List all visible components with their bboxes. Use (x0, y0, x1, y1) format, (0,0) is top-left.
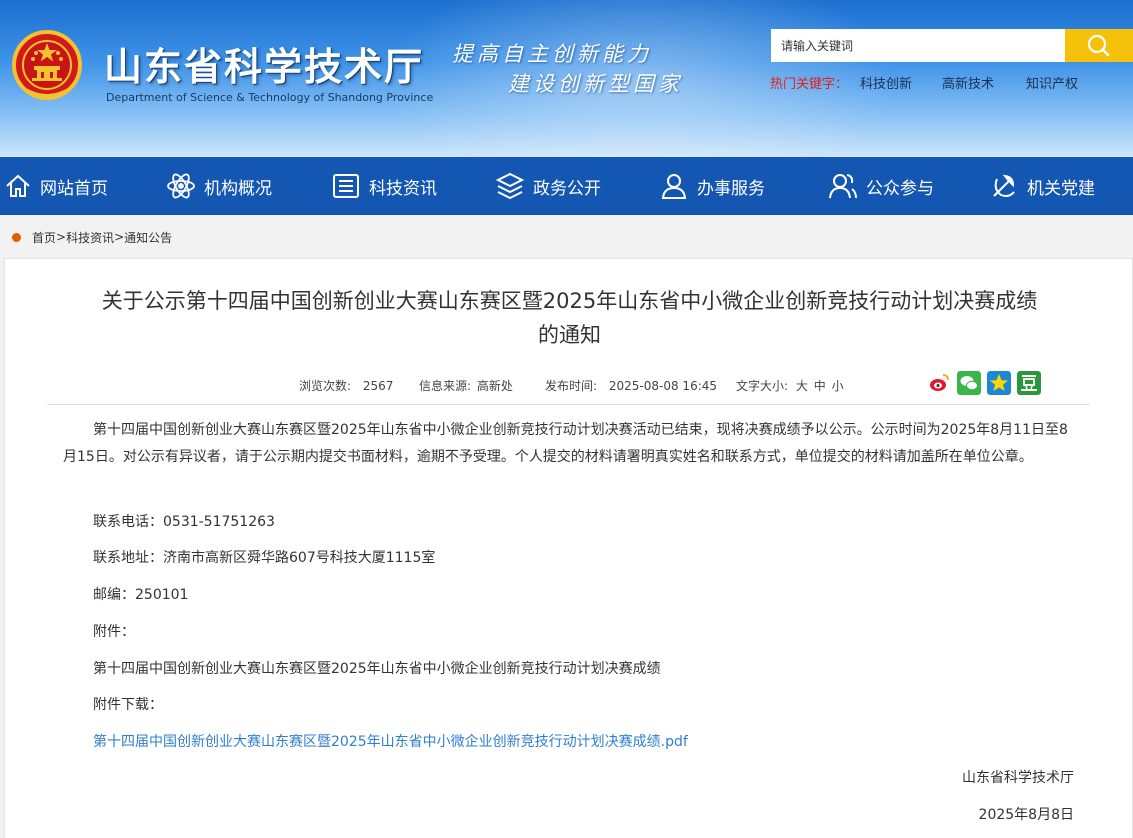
breadcrumb: 首页 > 科技资讯 > 通知公告 (12, 228, 172, 246)
time-meta: 发布时间: 2025-08-08 16:45 (545, 377, 717, 394)
wechat-icon[interactable] (957, 371, 981, 395)
article-title-line2: 的通知 (538, 323, 601, 347)
nav-item-label: 办事服务 (697, 178, 765, 199)
views-meta: 浏览次数: 2567 (299, 377, 393, 394)
weibo-icon[interactable] (927, 371, 951, 395)
font-medium-button[interactable]: 中 (814, 379, 826, 393)
breadcrumb-item[interactable]: 首页 (32, 229, 56, 246)
breadcrumb-item[interactable]: 科技资讯 (66, 229, 114, 246)
main-nav: 网站首页 机构概况 科技资讯 政务公开 办事服务 公众参与 机关党建 (0, 157, 1133, 215)
search-input[interactable] (771, 29, 1065, 62)
contact-address: 联系地址：济南市高新区舜华路607号科技大厦1115室 (93, 550, 436, 566)
site-header: 山东省科学技术厅 Department of Science & Technol… (0, 0, 1133, 157)
breadcrumb-dot-icon (12, 232, 21, 242)
download-label: 附件下载： (93, 697, 163, 713)
breadcrumb-item[interactable]: 通知公告 (124, 229, 172, 246)
font-small-button[interactable]: 小 (832, 379, 844, 393)
article-title: 关于公示第十四届中国创新创业大赛山东赛区暨2025年山东省中小微企业创新竞技行动… (5, 284, 1133, 352)
nav-item-party[interactable]: 机关党建 (989, 157, 1095, 215)
layers-icon (495, 172, 525, 200)
nav-item-label: 公众参与 (866, 178, 934, 199)
views-label: 浏览次数: (299, 379, 352, 393)
atom-icon (167, 173, 195, 199)
fontsize-meta: 文字大小: 大 中 小 (736, 377, 844, 394)
nav-item-participation[interactable]: 公众参与 (828, 157, 934, 215)
source-meta: 信息来源: 高新处 (419, 377, 513, 394)
national-emblem-icon[interactable] (12, 30, 82, 104)
site-subtitle: Department of Science & Technology of Sh… (106, 91, 434, 104)
home-icon (6, 174, 30, 197)
site-title[interactable]: 山东省科学技术厅 (104, 36, 424, 91)
source-value: 高新处 (476, 379, 513, 393)
douban-icon[interactable] (1017, 371, 1041, 395)
slogan-line1: 提高自主创新能力 (452, 42, 652, 66)
party-icon (993, 174, 1015, 197)
meta-divider (47, 404, 1090, 405)
nav-item-label: 政务公开 (533, 178, 601, 199)
hot-keyword-link[interactable]: 知识产权 (1026, 73, 1078, 92)
news-icon (333, 174, 359, 198)
postcode: 邮编：250101 (93, 587, 189, 603)
nav-item-label: 科技资讯 (369, 178, 437, 199)
article-paragraph: 第十四届中国创新创业大赛山东赛区暨2025年山东省中小微企业创新竞技行动计划决赛… (63, 422, 1068, 465)
time-value: 2025-08-08 16:45 (608, 379, 718, 393)
nav-item-services[interactable]: 办事服务 (659, 157, 765, 215)
hot-keyword-link[interactable]: 科技创新 (860, 73, 912, 92)
slogan-line2: 建设创新型国家 (508, 72, 683, 96)
attachment-name: 第十四届中国创新创业大赛山东赛区暨2025年山东省中小微企业创新竞技行动计划决赛… (93, 661, 661, 677)
nav-item-gov-affairs[interactable]: 政务公开 (495, 157, 601, 215)
people-icon (829, 174, 857, 199)
qzone-icon[interactable] (987, 371, 1011, 395)
breadcrumb-separator: > (56, 230, 67, 244)
font-large-button[interactable]: 大 (796, 379, 808, 393)
contact-phone: 联系电话：0531-51751263 (93, 514, 275, 530)
signature: 山东省科学技术厅 (962, 770, 1074, 786)
publish-date: 2025年8月8日 (978, 807, 1074, 823)
article-title-line1: 关于公示第十四届中国创新创业大赛山东赛区暨2025年山东省中小微企业创新竞技行动… (101, 289, 1038, 313)
user-service-icon (661, 174, 687, 199)
views-value: 2567 (362, 379, 394, 393)
hot-keywords-label: 热门关键字： (770, 77, 849, 92)
fontsize-label: 文字大小: (736, 379, 789, 393)
search-icon (1087, 34, 1110, 57)
nav-item-label: 网站首页 (40, 178, 108, 199)
attachment-label: 附件： (93, 624, 135, 640)
nav-item-home[interactable]: 网站首页 (4, 157, 108, 215)
nav-item-label: 机构概况 (204, 178, 272, 199)
nav-item-label: 机关党建 (1027, 178, 1095, 199)
nav-item-about[interactable]: 机构概况 (166, 157, 272, 215)
attachment-download-link[interactable]: 第十四届中国创新创业大赛山东赛区暨2025年山东省中小微企业创新竞技行动计划决赛… (93, 731, 688, 751)
search-button[interactable] (1065, 29, 1133, 62)
nav-item-news[interactable]: 科技资讯 (331, 157, 437, 215)
article-panel: 关于公示第十四届中国创新创业大赛山东赛区暨2025年山东省中小微企业创新竞技行动… (4, 258, 1133, 838)
source-label: 信息来源: (419, 379, 472, 393)
hot-keyword-link[interactable]: 高新技术 (942, 73, 994, 92)
breadcrumb-separator: > (114, 230, 125, 244)
time-label: 发布时间: (545, 379, 598, 393)
